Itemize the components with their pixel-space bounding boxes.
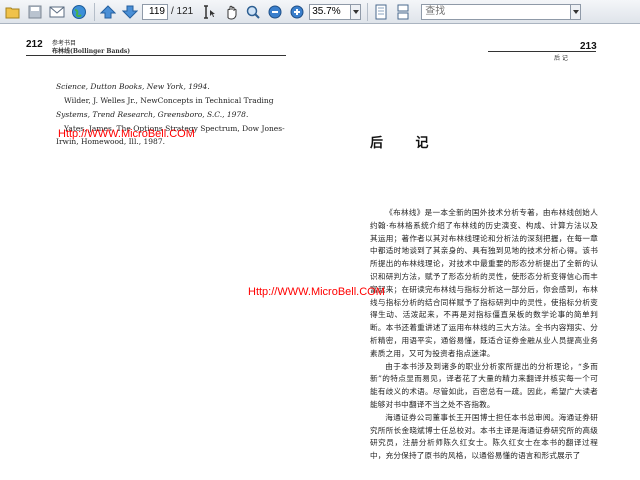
left-page-number: 212 xyxy=(26,39,43,50)
previous-page-icon[interactable] xyxy=(98,2,118,22)
page-total-label: / 121 xyxy=(171,6,194,17)
toolbar: / 121 xyxy=(0,0,640,24)
right-page-number: 213 xyxy=(580,41,597,52)
body-paragraph: 海通证券公司董事长王开国博士担任本书总审阅。海通证券研究所所长金晓斌博士任总校对… xyxy=(370,412,598,461)
toolbar-separator xyxy=(367,2,369,21)
body-text: 《布林线》是一本全新的国外技术分析专著，由布林线创始人约翰·布林格系统介绍了布林… xyxy=(370,207,598,463)
watermark-text: Http://WWW.MicroBell.COM xyxy=(248,286,385,298)
reference-line: Science, Dutton Books, New York, 1994. xyxy=(56,82,210,91)
continuous-view-icon[interactable] xyxy=(393,2,413,22)
zoom-level-input[interactable] xyxy=(309,3,352,20)
hand-tool-icon[interactable] xyxy=(221,2,241,22)
email-icon[interactable] xyxy=(47,2,67,22)
zoom-out-icon[interactable] xyxy=(265,2,285,22)
search-input[interactable] xyxy=(421,3,572,20)
toolbar-separator xyxy=(94,2,95,21)
open-folder-icon[interactable] xyxy=(3,2,23,22)
body-paragraph: 由于本书涉及到诸多的职业分析家所提出的分析理论，“多而新”的特点显而易见，译者花… xyxy=(370,361,598,409)
reference-line: Systems, Trend Research, Greensboro, S.C… xyxy=(56,110,249,119)
reference-line: Wilder, J. Welles Jr., NewConcepts in Te… xyxy=(64,96,274,105)
text-select-icon[interactable] xyxy=(199,2,219,22)
right-page: 213 后 记 后 记 《布林线》是一本全新的国外技术分析专著，由布林线创始人约… xyxy=(340,26,640,480)
left-header-line2: 布林线(Bollinger Bands) xyxy=(52,48,131,55)
body-paragraph: 《布林线》是一本全新的国外技术分析专著，由布林线创始人约翰·布林格系统介绍了布林… xyxy=(370,208,598,358)
next-page-icon[interactable] xyxy=(120,2,140,22)
watermark-text: Http://WWW.MicroBell.COM xyxy=(58,128,195,140)
search-dropdown-icon[interactable] xyxy=(571,3,582,20)
chapter-title: 后 记 xyxy=(370,136,443,151)
zoom-in-icon[interactable] xyxy=(287,2,307,22)
left-header-rule xyxy=(26,55,286,56)
zoom-dropdown-icon[interactable] xyxy=(351,3,362,20)
left-page: 212 参考书目 布林线(Bollinger Bands) Science, D… xyxy=(0,26,300,480)
right-header-label: 后 记 xyxy=(554,55,568,62)
zoom-tool-icon[interactable] xyxy=(243,2,263,22)
save-icon[interactable] xyxy=(25,2,45,22)
page-number-input[interactable] xyxy=(142,3,168,20)
single-page-view-icon[interactable] xyxy=(371,2,391,22)
globe-icon[interactable] xyxy=(69,2,89,22)
